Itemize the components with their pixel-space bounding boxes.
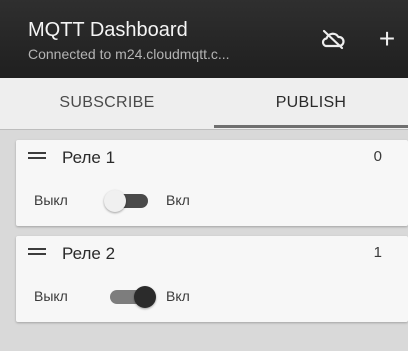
tab-publish[interactable]: PUBLISH (214, 78, 408, 128)
widget-card-rele-1: Реле 1 0 Выкл Вкл (16, 140, 408, 226)
widget-value: 0 (373, 148, 382, 165)
connection-status: Connected to m24.cloudmqtt.c... (28, 46, 230, 62)
app-bar: MQTT Dashboard Connected to m24.cloudmqt… (0, 0, 408, 78)
switch-on-label: Вкл (166, 288, 190, 304)
app-title: MQTT Dashboard (28, 19, 188, 41)
switch-thumb (134, 286, 156, 308)
switch-off-label: Выкл (34, 288, 68, 304)
widget-name: Реле 1 (62, 148, 116, 167)
relay-switch[interactable] (102, 286, 158, 308)
tab-indicator (214, 125, 408, 128)
tab-bar: SUBSCRIBE PUBLISH (0, 78, 408, 130)
relay-switch[interactable] (102, 190, 158, 212)
switch-thumb (104, 190, 126, 212)
widget-card-rele-2: Реле 2 1 Выкл Вкл (16, 236, 408, 322)
add-button[interactable]: + (372, 24, 402, 54)
drag-handle-icon[interactable] (28, 150, 46, 162)
add-icon: + (378, 23, 396, 54)
widget-name: Реле 2 (62, 244, 116, 263)
cloud-off-icon (321, 29, 345, 50)
drag-handle-icon[interactable] (28, 246, 46, 258)
widget-value: 1 (373, 244, 382, 261)
tab-subscribe[interactable]: SUBSCRIBE (0, 78, 214, 128)
cloud-off-button[interactable] (318, 24, 348, 54)
switch-off-label: Выкл (34, 192, 68, 208)
switch-on-label: Вкл (166, 192, 190, 208)
